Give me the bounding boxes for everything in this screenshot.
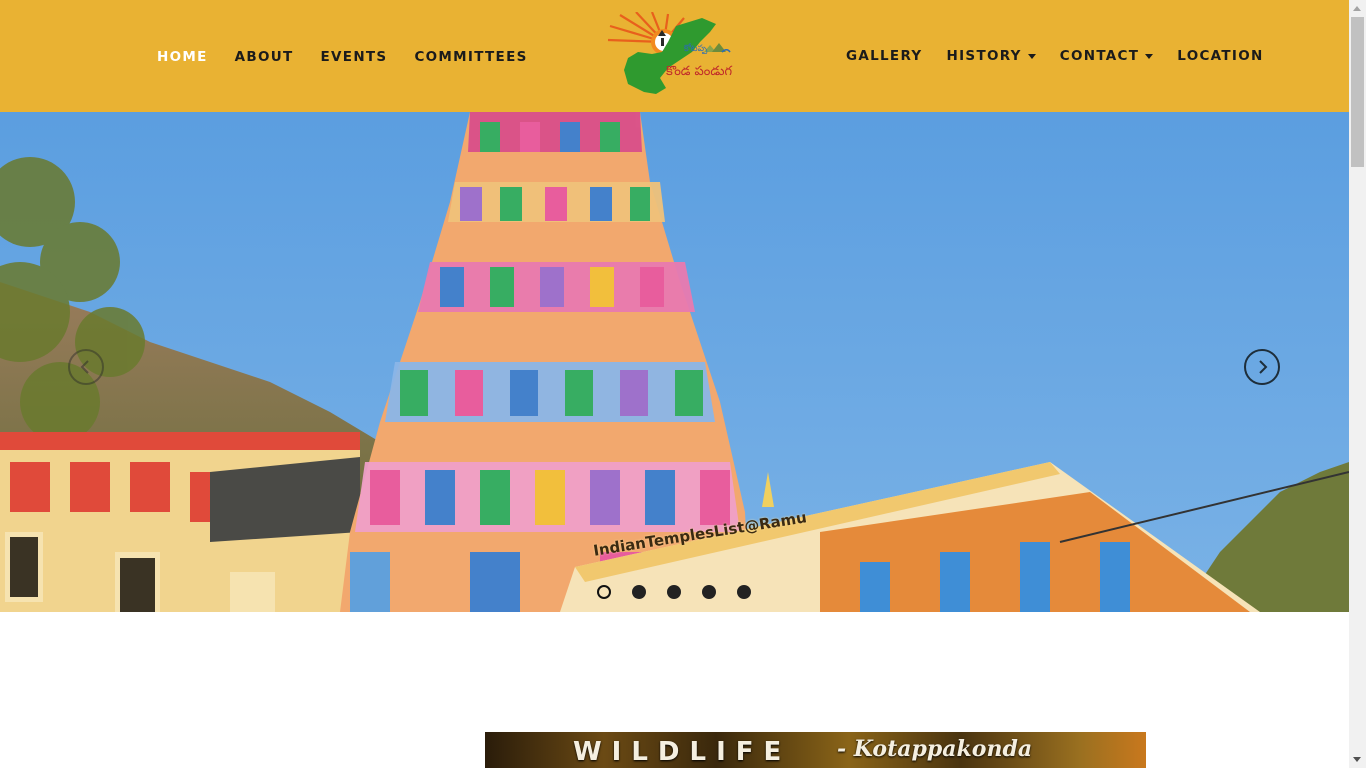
- scrollbar-thumb[interactable]: [1351, 17, 1364, 167]
- nav-contact-label: CONTACT: [1059, 48, 1140, 64]
- scroll-up-arrow-icon[interactable]: [1353, 6, 1361, 11]
- nav-history-dropdown[interactable]: HISTORY: [947, 48, 1036, 64]
- page-scrollbar[interactable]: [1349, 0, 1366, 768]
- carousel-indicator[interactable]: [632, 585, 646, 599]
- nav-gallery-link[interactable]: GALLERY: [846, 48, 923, 64]
- carousel-indicator[interactable]: [702, 585, 716, 599]
- carousel-indicator[interactable]: [737, 585, 751, 599]
- banner-subtitle: - Kotappakonda: [837, 736, 1033, 762]
- andhra-map-logo-icon: కోటప్ప కొండ పండుగ: [607, 11, 732, 94]
- nav-home-link[interactable]: HOME: [157, 49, 208, 65]
- chevron-down-icon: [1145, 54, 1154, 59]
- svg-text:కోటప్ప: కోటప్ప: [684, 43, 708, 55]
- chevron-down-icon: [1027, 54, 1036, 59]
- chevron-left-icon: [80, 360, 89, 374]
- carousel-indicator[interactable]: [597, 585, 611, 599]
- carousel-next-button[interactable]: [1244, 349, 1280, 385]
- scroll-down-arrow-icon[interactable]: [1353, 757, 1361, 762]
- site-logo[interactable]: కోటప్ప కొండ పండుగ: [606, 11, 742, 98]
- site-header: HOME ABOUT EVENTS COMMITTEES కోటప్ప కొండ…: [0, 0, 1349, 112]
- primary-nav-right: GALLERY HISTORY CONTACT LOCATION: [846, 0, 1264, 112]
- chevron-right-icon: [1259, 360, 1268, 374]
- nav-location-link[interactable]: LOCATION: [1177, 48, 1263, 64]
- hero-carousel: IndianTemplesList@Ramu: [0, 112, 1349, 612]
- banner-title: WILDLIFE: [573, 737, 792, 767]
- nav-events-link[interactable]: EVENTS: [321, 49, 388, 65]
- carousel-indicators: [597, 585, 751, 599]
- carousel-indicator[interactable]: [667, 585, 681, 599]
- nav-committees-link[interactable]: COMMITTEES: [414, 49, 527, 65]
- wildlife-banner[interactable]: WILDLIFE - Kotappakonda: [485, 732, 1146, 768]
- nav-about-link[interactable]: ABOUT: [235, 49, 294, 65]
- primary-nav-left: HOME ABOUT EVENTS COMMITTEES: [157, 1, 555, 113]
- logo-text: కొండ పండుగ: [666, 64, 732, 79]
- carousel-prev-button[interactable]: [68, 349, 104, 385]
- nav-history-label: HISTORY: [946, 48, 1022, 64]
- nav-contact-dropdown[interactable]: CONTACT: [1060, 48, 1154, 64]
